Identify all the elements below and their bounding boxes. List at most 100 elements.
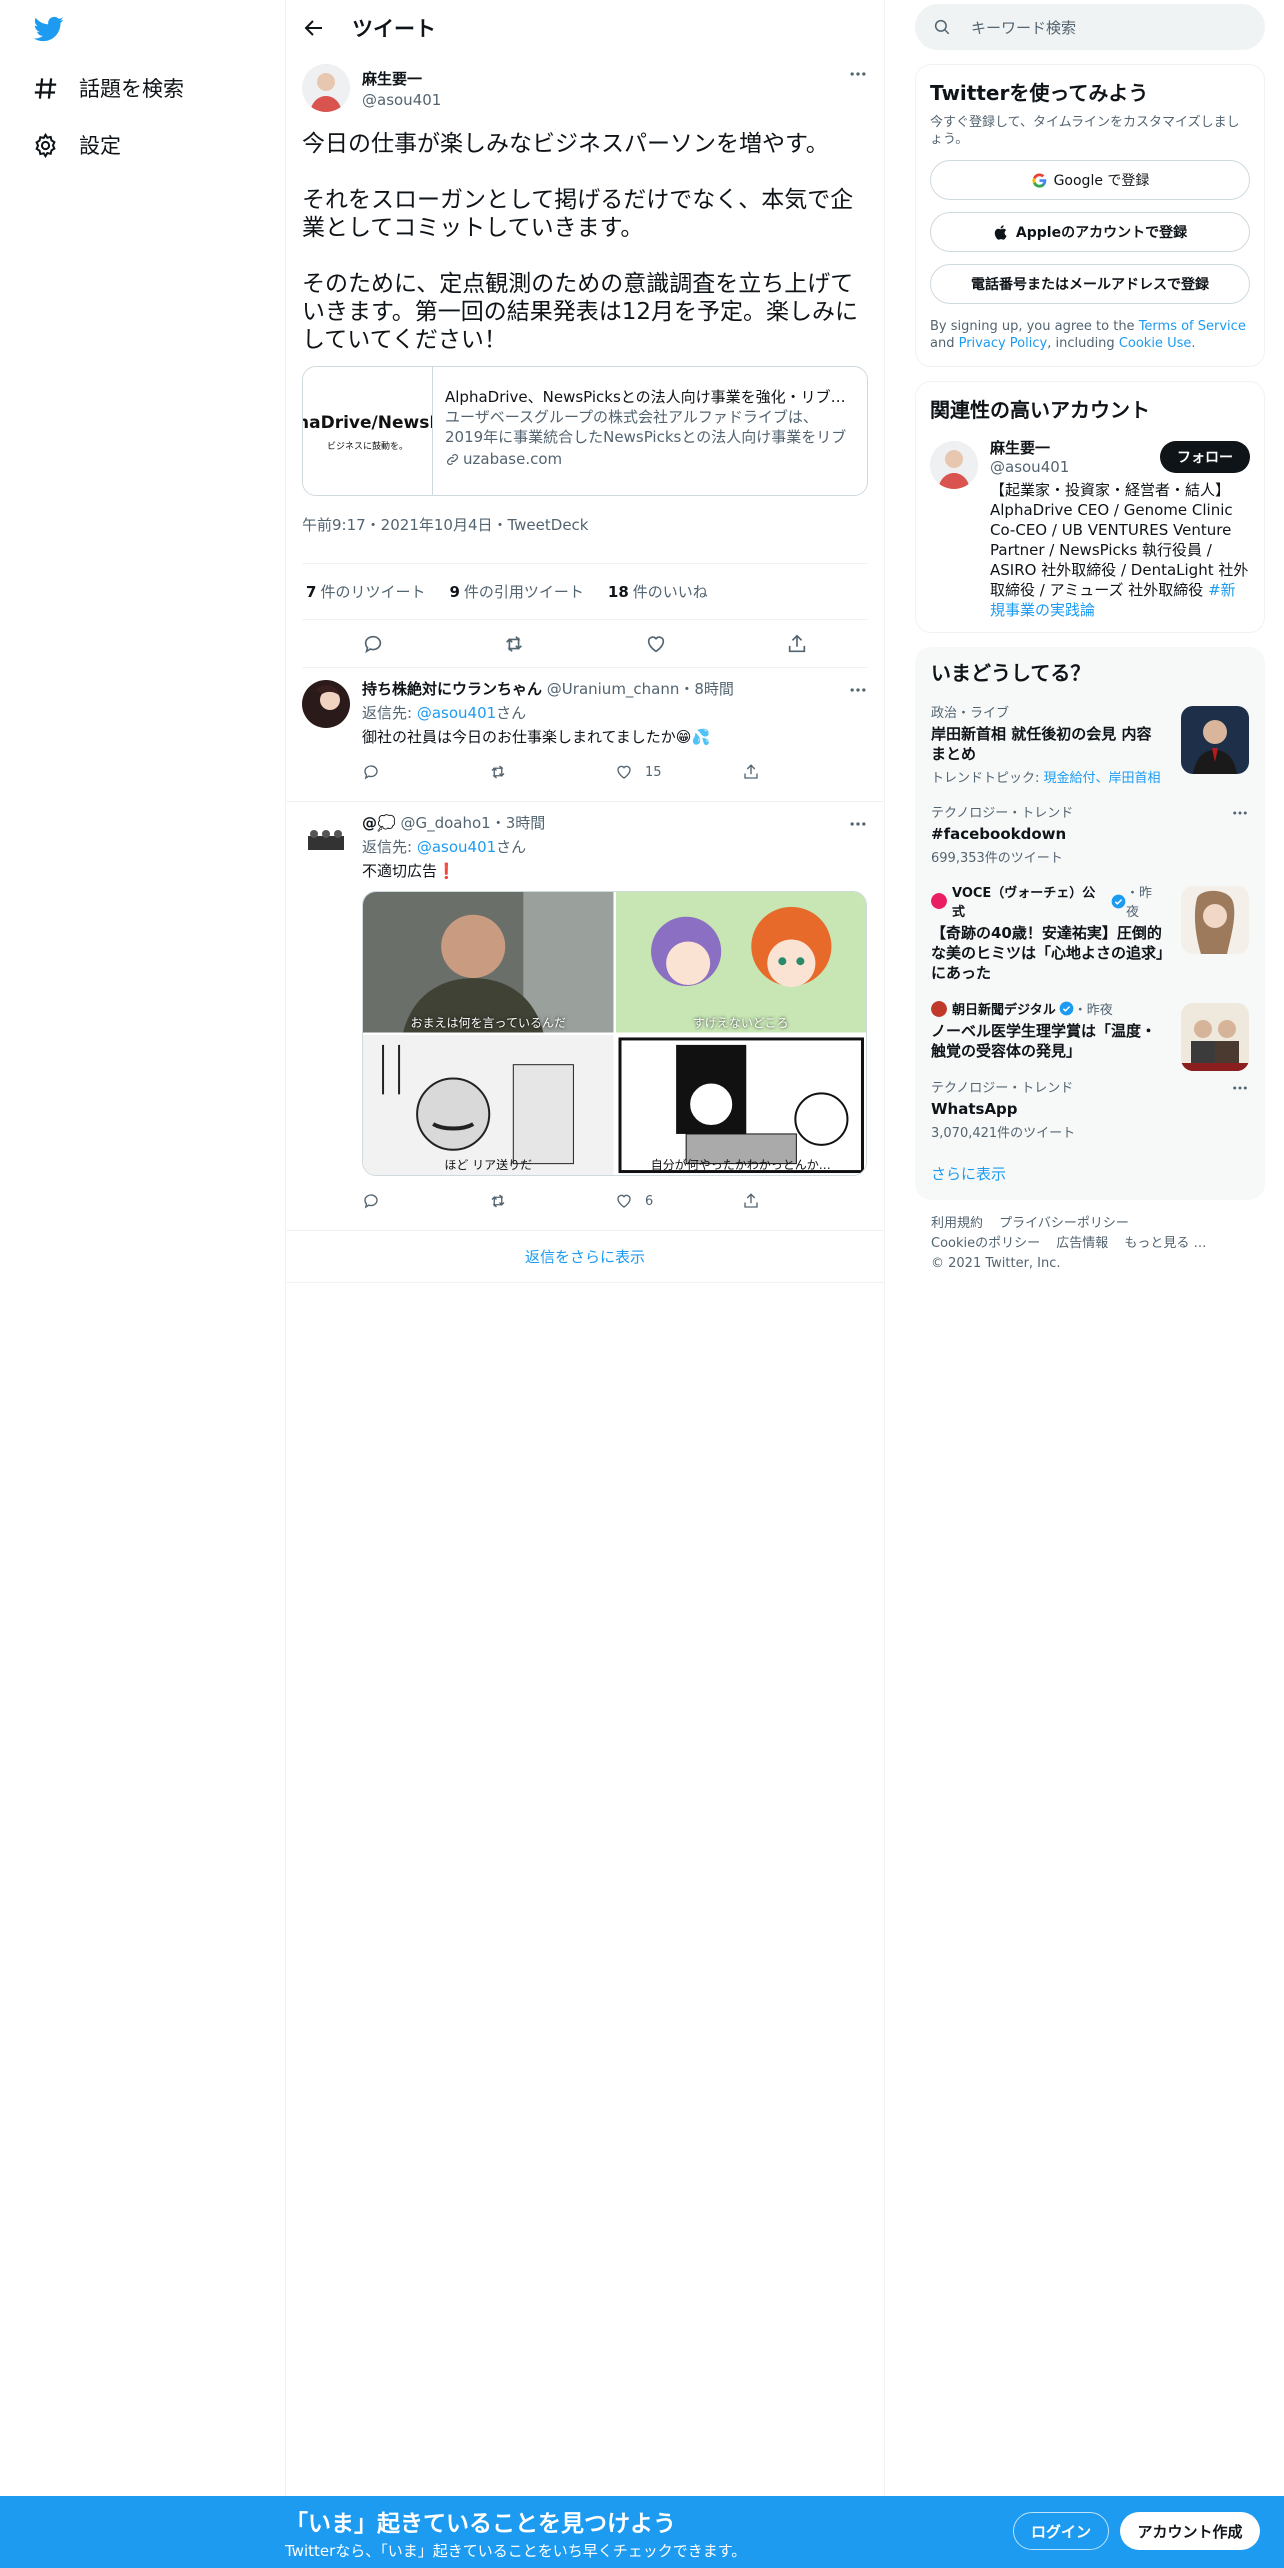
hashtag-icon — [34, 77, 57, 99]
reply-item[interactable]: 持ち株絶対にウランちゃん @Uranium_chann・8時間 返信先: @as… — [286, 668, 884, 802]
follow-button[interactable]: フォロー — [1160, 441, 1250, 473]
link-card-description: ユーザベースグループの株式会社アルファドライブは、2019年に事業統合したNew… — [445, 408, 847, 446]
quotes-count: 9 — [449, 583, 460, 601]
reply-to-handle[interactable]: @asou401 — [417, 704, 496, 722]
footer-more-link[interactable]: もっと見る … — [1124, 1236, 1206, 1251]
trend-item[interactable]: 政治・ライブ 岸田新首相 就任後初の会見 内容まとめ トレンドトピック: 現金給… — [915, 694, 1265, 794]
link-card[interactable]: AlphaDrive/NewsPicks ビジネスに鼓動を。 AlphaDriv… — [302, 366, 868, 496]
media-caption: おまえは何を言っているんだ — [410, 1015, 566, 1030]
likes-stat[interactable]: 18 件のいいね — [604, 581, 708, 602]
reply-to: 返信先: @asou401さん — [362, 702, 868, 723]
reply-time[interactable]: ・8時間 — [679, 680, 734, 698]
reply-reply-button[interactable] — [362, 1192, 489, 1210]
back-arrow-icon[interactable] — [302, 16, 326, 40]
trend-name: 岸田新首相 就任後初の会見 内容まとめ — [931, 725, 1152, 763]
media-caption: すげえないどころ — [692, 1015, 789, 1030]
reply-like-button[interactable]: 6 — [615, 1192, 742, 1210]
reply-share-button[interactable] — [742, 763, 869, 781]
like-icon[interactable] — [645, 633, 667, 655]
reply-time[interactable]: ・3時間 — [491, 814, 546, 832]
trends-show-more-link[interactable]: さらに表示 — [915, 1149, 1265, 1190]
reply-like-button[interactable]: 15 — [615, 763, 742, 781]
nav-explore[interactable]: 話題を検索 — [32, 68, 184, 108]
retweet-icon[interactable] — [503, 633, 525, 655]
footer-ads-link[interactable]: 広告情報 — [1056, 1236, 1108, 1251]
reply-avatar[interactable] — [302, 814, 350, 862]
trend-topic-links[interactable]: 現金給付、岸田首相 — [1044, 771, 1161, 786]
reply-name[interactable]: 持ち株絶対にウランちゃん — [362, 680, 542, 698]
trend-image — [1181, 886, 1249, 954]
reply-item[interactable]: @💭 @G_doaho1・3時間 返信先: @asou401さん 不適切広告❗ … — [286, 802, 884, 1231]
bottom-bar-subtitle: Twitterなら、「いま」起きていることをいち早くチェックできます。 — [285, 2542, 747, 2560]
footer-terms-link[interactable]: 利用規約 — [931, 1216, 983, 1231]
more-icon[interactable] — [1231, 804, 1249, 822]
reply-icon[interactable] — [362, 633, 384, 655]
create-account-button[interactable]: アカウント作成 — [1120, 2512, 1260, 2550]
trend-item[interactable]: テクノロジー・トレンド WhatsApp 3,070,421件のツイート — [915, 1069, 1265, 1149]
reply-handle[interactable]: @Uranium_chann — [547, 680, 680, 698]
google-signup-label: Google で登録 — [1053, 173, 1150, 189]
trend-image — [1181, 1003, 1249, 1071]
nav-settings[interactable]: 設定 — [32, 125, 121, 165]
author-handle[interactable]: @asou401 — [362, 91, 441, 109]
phone-email-signup-button[interactable]: 電話番号またはメールアドレスで登録 — [930, 264, 1250, 304]
reply-to-handle[interactable]: @asou401 — [417, 838, 496, 856]
link-card-body: AlphaDrive、NewsPicksとの法人向け事業を強化・リブランディング… — [433, 367, 867, 495]
reply-name[interactable]: @💭 — [362, 814, 396, 832]
media-image[interactable]: すげえないどころ — [615, 892, 866, 1033]
more-icon[interactable] — [1231, 1079, 1249, 1097]
search-input[interactable]: キーワード検索 — [915, 4, 1265, 50]
trend-item[interactable]: VOCE（ヴォーチェ）公式 ・昨夜 【奇跡の40歳！安達祐実】圧倒的な美のヒミツ… — [915, 874, 1265, 991]
retweet-icon — [491, 1194, 504, 1208]
retweets-stat[interactable]: 7 件のリツイート — [302, 581, 425, 602]
terms-of-service-link[interactable]: Terms of Service — [1139, 319, 1246, 334]
related-accounts-panel: 関連性の高いアカウント 麻生要一 @asou401 フォロー 【起業家・投資家・… — [915, 381, 1265, 633]
google-signup-button[interactable]: Google で登録 — [930, 160, 1250, 200]
privacy-policy-link[interactable]: Privacy Policy — [959, 336, 1048, 351]
trend-item[interactable]: 朝日新聞デジタル ・昨夜 ノーベル医学生理学賞は「温度・触覚の受容体の発見」 — [915, 991, 1265, 1071]
likes-count: 18 — [607, 583, 629, 601]
quotes-stat[interactable]: 9 件の引用ツイート — [445, 581, 583, 602]
terms-including: , including — [1047, 336, 1119, 351]
reply-avatar[interactable] — [302, 680, 350, 728]
twitter-bird-icon[interactable] — [32, 14, 66, 44]
footer-cookie-link[interactable]: Cookieのポリシー — [931, 1236, 1040, 1251]
reply-icon — [364, 765, 378, 780]
login-button[interactable]: ログイン — [1013, 2512, 1109, 2550]
media-image[interactable]: おまえは何を言っているんだ — [363, 892, 614, 1033]
more-icon[interactable] — [848, 814, 868, 834]
signup-title: Twitterを使ってみよう — [930, 81, 1149, 105]
reply-share-button[interactable] — [742, 1192, 869, 1210]
reply-like-count: 15 — [645, 764, 662, 780]
related-avatar[interactable] — [930, 441, 978, 489]
trend-topic-prefix: トレンドトピック: — [931, 771, 1044, 786]
footer-privacy-link[interactable]: プライバシーポリシー — [999, 1216, 1129, 1231]
reply-reply-button[interactable] — [362, 763, 489, 781]
tweet-timestamp[interactable]: 午前9:17・2021年10月4日・TweetDeck — [302, 514, 868, 564]
bottom-bar-title: 「いま」起きていることを見つけよう — [285, 2511, 676, 2537]
trend-topic: トレンドトピック: 現金給付、岸田首相 — [931, 767, 1165, 786]
reply-text: 御社の社員は今日のお仕事楽しまれてましたか😁💦 — [362, 728, 711, 746]
share-icon — [743, 1193, 758, 1208]
reply-retweet-button[interactable] — [489, 763, 616, 781]
share-icon[interactable] — [786, 633, 808, 655]
related-account[interactable]: 麻生要一 @asou401 フォロー 【起業家・投資家・経営者・結人】Alpha… — [930, 437, 1250, 620]
more-icon[interactable] — [848, 64, 868, 84]
cookie-use-link[interactable]: Cookie Use — [1119, 336, 1192, 351]
reply-header: @💭 @G_doaho1・3時間 — [362, 812, 868, 833]
related-bio: 【起業家・投資家・経営者・結人】AlphaDrive CEO / Genome … — [990, 480, 1250, 620]
verified-badge-icon — [1111, 894, 1126, 908]
author-avatar[interactable] — [302, 64, 350, 112]
media-image[interactable]: 自分が何やったかわかっとんか… — [615, 1034, 866, 1175]
trend-source-name: VOCE（ヴォーチェ）公式 — [951, 886, 1096, 920]
show-more-replies-button[interactable]: 返信をさらに表示 — [286, 1231, 884, 1283]
tweet-stats: 7 件のリツイート 9 件の引用ツイート 18 件のいいね — [302, 564, 868, 620]
trend-item[interactable]: テクノロジー・トレンド #facebookdown 699,353件のツイート — [915, 794, 1265, 874]
reply-handle[interactable]: @G_doaho1 — [400, 814, 490, 832]
author-name[interactable]: 麻生要一 — [362, 68, 441, 89]
reply-retweet-button[interactable] — [489, 1192, 616, 1210]
apple-signup-button[interactable]: Appleのアカウントで登録 — [930, 212, 1250, 252]
more-icon[interactable] — [848, 680, 868, 700]
main-column: ツイート 麻生要一 @asou401 今日の仕事が楽しみなビジネスパーソンを増や… — [285, 0, 885, 2568]
media-image[interactable]: ほど リア送りだ — [363, 1034, 614, 1175]
